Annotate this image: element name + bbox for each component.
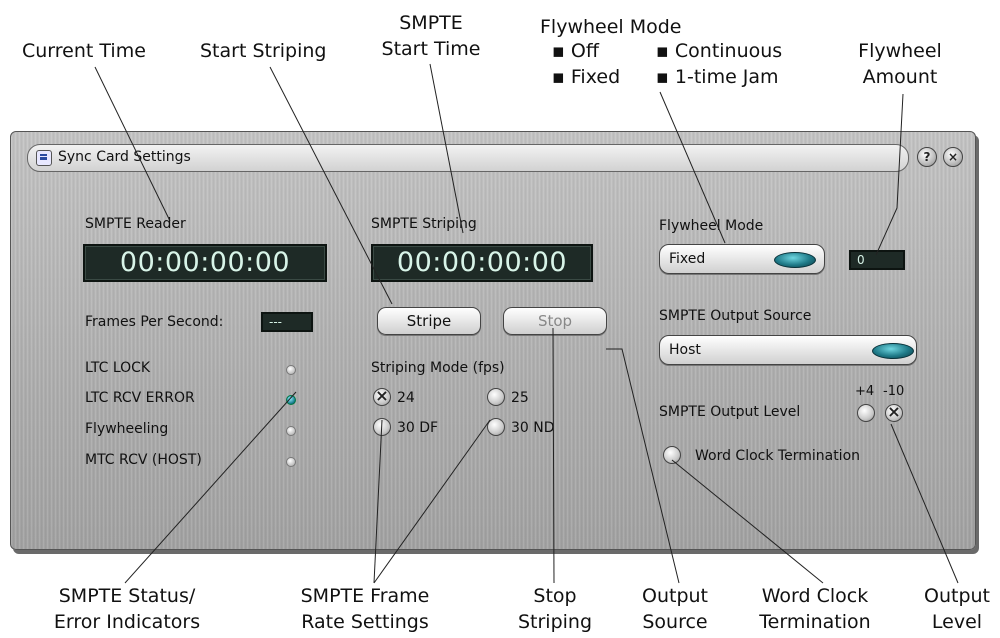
led-ltc-rcv-error — [286, 395, 296, 405]
callout-line: Output — [642, 585, 708, 607]
flywheel-mode-dropdown[interactable]: Fixed — [659, 244, 825, 274]
help-button[interactable]: ? — [917, 147, 937, 167]
bullet-fixed: Fixed — [552, 66, 620, 88]
radio-25-label: 25 — [511, 390, 529, 406]
flywheel-mode-value: Fixed — [669, 251, 706, 267]
callout-frame-rate: SMPTE Frame Rate Settings — [285, 583, 445, 635]
flywheel-mode-label: Flywheel Mode — [659, 218, 764, 234]
stop-button[interactable]: Stop — [503, 307, 607, 335]
dropdown-knob-icon — [872, 343, 914, 359]
radio-level-minus10[interactable] — [885, 402, 903, 422]
smpte-striping-label: SMPTE Striping — [371, 216, 477, 232]
callout-line: Stop — [533, 585, 577, 607]
flywheel-mode-options-right: Continuous 1-time Jam — [656, 38, 782, 90]
stripe-button[interactable]: Stripe — [377, 307, 481, 335]
output-level-label: SMPTE Output Level — [659, 404, 801, 420]
bullet-continuous: Continuous — [656, 40, 782, 62]
callout-line: Start Time — [381, 38, 481, 60]
callout-line: Amount — [862, 66, 938, 88]
fps-display: --- — [261, 312, 313, 332]
reader-time-display: 00:00:00:00 — [83, 244, 327, 282]
callout-line: Error Indicators — [53, 611, 201, 633]
callout-line: SMPTE — [399, 12, 463, 34]
callout-word-clock: Word Clock Termination — [750, 583, 880, 635]
led-flywheeling — [286, 426, 296, 436]
indicator-label-ltc-rcv-error: LTC RCV ERROR — [85, 390, 195, 406]
output-source-dropdown[interactable]: Host — [659, 335, 917, 365]
smpte-reader-label: SMPTE Reader — [85, 216, 186, 232]
callout-flywheel-mode: Flywheel Mode — [540, 16, 682, 38]
radio-30nd-fps[interactable] — [487, 418, 505, 436]
radio-24-label: 24 — [397, 390, 415, 406]
window-menu-icon[interactable] — [36, 150, 52, 166]
word-clock-termination-label: Word Clock Termination — [695, 448, 861, 464]
callout-line: Termination — [759, 611, 871, 633]
callout-flywheel-amount: Flywheel Amount — [845, 38, 955, 90]
flywheel-amount-field[interactable]: 0 — [849, 250, 905, 270]
led-mtc-rcv — [286, 457, 296, 467]
callout-smpte-start-time: SMPTE Start Time — [376, 10, 486, 62]
callout-line: Source — [642, 611, 708, 633]
level-plus4-label: +4 — [855, 384, 875, 399]
output-source-label: SMPTE Output Source — [659, 308, 812, 324]
callout-line: Rate Settings — [301, 611, 429, 633]
indicator-label-ltc-lock: LTC LOCK — [85, 360, 151, 376]
callout-line: SMPTE Status/ — [58, 585, 196, 607]
flywheel-mode-options-left: Off Fixed — [552, 38, 620, 90]
callout-smpte-status: SMPTE Status/ Error Indicators — [42, 583, 212, 635]
radio-30df-fps[interactable] — [373, 418, 391, 436]
callout-stop-striping: Stop Striping — [510, 583, 600, 635]
fps-label: Frames Per Second: — [85, 314, 224, 330]
callout-output-level: Output Level — [915, 583, 999, 635]
radio-30nd-label: 30 ND — [511, 420, 555, 436]
bullet-1time-jam: 1-time Jam — [656, 66, 779, 88]
bullet-off: Off — [552, 40, 599, 62]
sync-card-window: Sync Card Settings ? × SMPTE Reader 00:0… — [10, 131, 976, 550]
indicator-label-mtc-rcv: MTC RCV (HOST) — [85, 452, 202, 468]
callout-line: SMPTE Frame — [300, 585, 430, 607]
level-minus10-label: -10 — [883, 384, 905, 399]
callout-line: Word Clock — [761, 585, 869, 607]
word-clock-termination-toggle[interactable] — [663, 446, 681, 464]
close-button[interactable]: × — [943, 147, 963, 167]
radio-24-fps[interactable] — [373, 386, 391, 406]
callout-start-striping: Start Striping — [200, 40, 327, 62]
callout-line: Level — [931, 611, 983, 633]
striping-mode-label: Striping Mode (fps) — [371, 360, 505, 376]
callout-current-time: Current Time — [22, 40, 146, 62]
indicator-label-flywheeling: Flywheeling — [85, 421, 169, 437]
dropdown-knob-icon — [774, 252, 816, 268]
callout-line: Striping — [517, 611, 593, 633]
window-title: Sync Card Settings — [58, 149, 191, 165]
led-ltc-lock — [286, 365, 296, 375]
callout-line: Flywheel — [858, 40, 942, 62]
callout-line: Output — [924, 585, 990, 607]
window-title-bar[interactable]: Sync Card Settings — [27, 144, 909, 172]
callout-output-source: Output Source — [630, 583, 720, 635]
radio-level-plus4[interactable] — [857, 404, 875, 422]
radio-30df-label: 30 DF — [397, 420, 439, 436]
output-source-value: Host — [669, 342, 701, 358]
radio-25-fps[interactable] — [487, 388, 505, 406]
striping-time-display[interactable]: 00:00:00:00 — [371, 244, 593, 282]
